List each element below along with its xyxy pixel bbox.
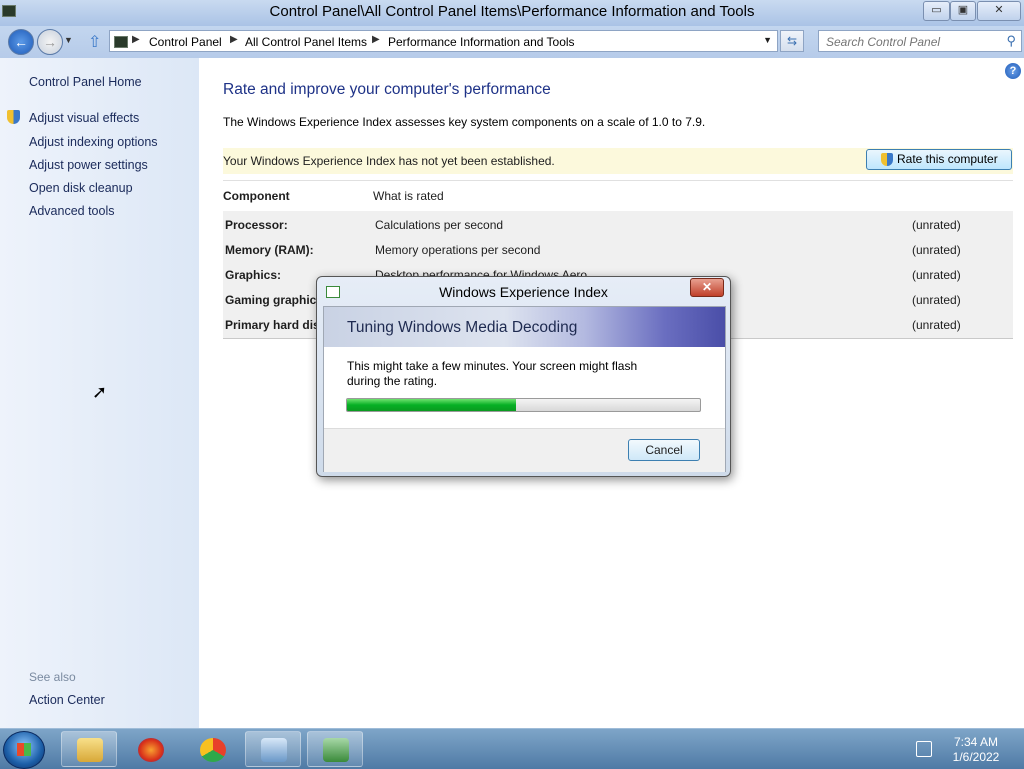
up-arrow-icon[interactable]: ⇧ xyxy=(88,32,101,52)
row-component: Graphics: xyxy=(225,268,282,282)
table-row: Memory (RAM): Memory operations per seco… xyxy=(223,238,1013,263)
breadcrumb-separator-icon[interactable]: ▶ xyxy=(372,34,380,45)
file-explorer-icon xyxy=(77,738,103,762)
action-center-link[interactable]: Action Center xyxy=(29,693,105,707)
breadcrumb-control-panel[interactable]: Control Panel xyxy=(149,35,222,49)
cancel-button[interactable]: Cancel xyxy=(628,439,700,461)
row-component: Memory (RAM): xyxy=(225,243,314,257)
adjust-power-settings-link[interactable]: Adjust power settings xyxy=(29,158,148,172)
rating-progress-bar xyxy=(346,398,701,412)
window-title: Control Panel\All Control Panel Items\Pe… xyxy=(269,3,755,20)
open-disk-cleanup-link[interactable]: Open disk cleanup xyxy=(29,181,133,195)
address-bar[interactable]: ▶ Control Panel ▶ All Control Panel Item… xyxy=(109,30,778,52)
rate-button-label: Rate this computer xyxy=(897,152,998,166)
control-panel-folder-icon xyxy=(114,36,128,48)
taskbar-winsat[interactable] xyxy=(307,731,363,767)
refresh-button[interactable]: ⇆ xyxy=(780,30,804,52)
row-score: (unrated) xyxy=(912,243,961,257)
system-clock[interactable]: 7:34 AM 1/6/2022 xyxy=(936,735,1016,765)
page-title: Rate and improve your computer's perform… xyxy=(223,81,551,98)
network-icon[interactable] xyxy=(916,741,932,757)
address-dropdown-icon[interactable]: ▼ xyxy=(763,35,772,45)
adjust-visual-effects-link[interactable]: Adjust visual effects xyxy=(29,111,139,125)
table-row: Processor: Calculations per second (unra… xyxy=(223,213,1013,238)
dialog-body: Tuning Windows Media Decoding This might… xyxy=(323,306,726,472)
navigation-bar: ← → ▼ ⇧ ▶ Control Panel ▶ All Control Pa… xyxy=(0,26,1024,58)
restore-button[interactable]: ▣ xyxy=(950,1,976,21)
clock-time: 7:34 AM xyxy=(953,735,999,749)
taskbar-firefox[interactable] xyxy=(122,731,178,767)
title-bar: Control Panel\All Control Panel Items\Pe… xyxy=(0,0,1024,26)
row-score: (unrated) xyxy=(912,318,961,332)
row-what-is-rated: Calculations per second xyxy=(375,218,504,232)
experience-index-dialog: Windows Experience Index ✕ Tuning Window… xyxy=(316,276,731,477)
back-button[interactable]: ← xyxy=(8,29,34,55)
dialog-footer: Cancel xyxy=(324,428,725,472)
dialog-message: This might take a few minutes. Your scre… xyxy=(347,359,638,388)
column-header-what-is-rated: What is rated xyxy=(373,189,444,203)
refresh-icon: ⇆ xyxy=(786,34,798,48)
dialog-title: Windows Experience Index xyxy=(439,284,608,300)
recent-pages-dropdown-icon[interactable]: ▼ xyxy=(64,35,73,45)
chrome-icon xyxy=(200,738,226,762)
taskbar-file-explorer[interactable] xyxy=(61,731,117,767)
dialog-close-button[interactable]: ✕ xyxy=(690,278,724,297)
progress-fill xyxy=(347,399,517,411)
row-component: Processor: xyxy=(225,218,288,232)
winsat-icon xyxy=(323,738,349,762)
uac-shield-icon xyxy=(881,153,893,166)
advanced-tools-link[interactable]: Advanced tools xyxy=(29,204,114,218)
rate-this-computer-button[interactable]: Rate this computer xyxy=(866,149,1012,170)
control-panel-icon xyxy=(261,738,287,762)
close-button[interactable]: ✕ xyxy=(977,1,1021,21)
search-box[interactable]: ⚲ xyxy=(818,30,1022,52)
taskbar-control-panel[interactable] xyxy=(245,731,301,767)
column-header-component: Component xyxy=(223,189,290,203)
back-arrow-icon: ← xyxy=(14,34,28,50)
row-component: Gaming graphics xyxy=(225,293,324,307)
row-component: Primary hard disk xyxy=(225,318,327,332)
dialog-status-heading: Tuning Windows Media Decoding xyxy=(347,319,578,336)
forward-button[interactable]: → xyxy=(37,29,63,55)
control-panel-home-link[interactable]: Control Panel Home xyxy=(29,75,142,89)
adjust-indexing-options-link[interactable]: Adjust indexing options xyxy=(29,135,158,149)
status-banner: Your Windows Experience Index has not ye… xyxy=(223,148,1013,174)
taskbar-chrome[interactable] xyxy=(184,731,240,767)
uac-shield-icon xyxy=(7,110,20,124)
row-score: (unrated) xyxy=(912,293,961,307)
search-icon[interactable]: ⚲ xyxy=(1006,33,1016,49)
breadcrumb-separator-icon[interactable]: ▶ xyxy=(132,34,140,45)
forward-arrow-icon: → xyxy=(43,34,57,50)
banner-message: Your Windows Experience Index has not ye… xyxy=(223,154,555,168)
search-input[interactable] xyxy=(824,34,998,50)
dialog-header: Tuning Windows Media Decoding xyxy=(324,307,725,347)
row-score: (unrated) xyxy=(912,268,961,282)
windows-logo-icon xyxy=(17,743,31,756)
start-button[interactable] xyxy=(3,731,45,769)
page-description: The Windows Experience Index assesses ke… xyxy=(223,115,706,129)
minimize-button[interactable]: ▭ xyxy=(923,1,950,21)
row-what-is-rated: Memory operations per second xyxy=(375,243,541,257)
mouse-cursor-icon: ➚ xyxy=(92,382,108,402)
see-also-heading: See also xyxy=(29,670,76,684)
breadcrumb-separator-icon[interactable]: ▶ xyxy=(230,34,238,45)
table-header: Component What is rated xyxy=(223,180,1013,212)
row-score: (unrated) xyxy=(912,218,961,232)
breadcrumb-all-items[interactable]: All Control Panel Items xyxy=(245,35,367,49)
breadcrumb-performance[interactable]: Performance Information and Tools xyxy=(388,35,575,49)
clock-date: 1/6/2022 xyxy=(952,750,1000,764)
help-icon[interactable]: ? xyxy=(1005,63,1021,79)
taskbar: 7:34 AM 1/6/2022 xyxy=(0,728,1024,769)
firefox-icon xyxy=(138,738,164,762)
